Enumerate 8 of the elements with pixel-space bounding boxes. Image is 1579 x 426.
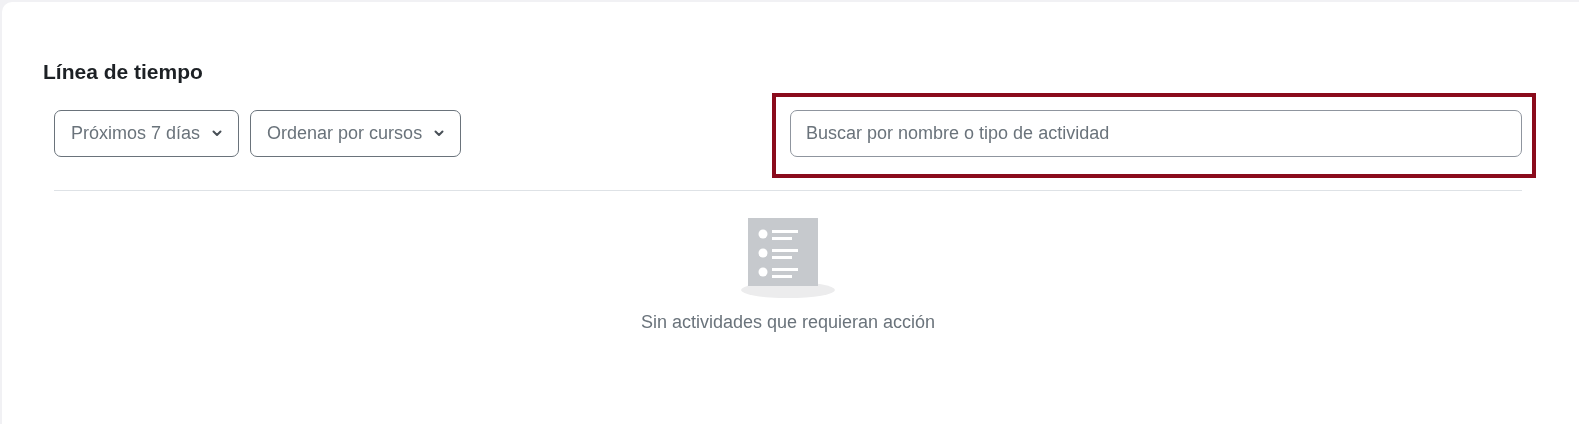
- search-field[interactable]: Buscar por nombre o tipo de actividad: [790, 110, 1522, 157]
- caret-icon: [212, 130, 223, 137]
- section-title: Línea de tiempo: [43, 60, 204, 84]
- dropdown-button[interactable]: Ordenar por cursos: [250, 110, 462, 157]
- caret-icon: [434, 130, 445, 137]
- empty-list-icon: [740, 218, 836, 300]
- empty-message: Sin actividades que requieran acción: [640, 312, 936, 333]
- dropdown-button[interactable]: Próximos 7 días: [54, 110, 240, 157]
